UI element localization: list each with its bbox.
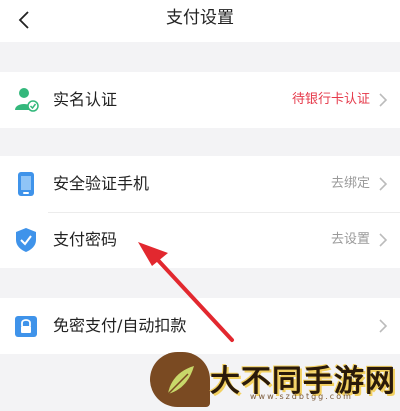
security-phone-status: 去绑定 xyxy=(330,176,370,191)
watermark: 大不同手游网 www.szdbtgg.com xyxy=(150,352,400,407)
chevron-right-icon xyxy=(379,93,388,107)
payment-password-label: 支付密码 xyxy=(53,230,118,249)
lock-icon xyxy=(15,316,37,337)
real-name-auth-status: 待银行卡认证 xyxy=(291,92,370,107)
group-identity: 实名认证 待银行卡认证 xyxy=(0,72,400,128)
security-phone-row[interactable]: 安全验证手机 去绑定 xyxy=(0,156,400,212)
leaf-icon xyxy=(167,366,194,395)
chevron-right-icon xyxy=(379,177,388,191)
real-name-auth-label: 实名认证 xyxy=(53,90,118,109)
page-title: 支付设置 xyxy=(166,8,234,28)
shield-check-icon xyxy=(16,228,36,252)
payment-password-status: 去设置 xyxy=(330,232,370,247)
password-free-payment-label: 免密支付/自动扣款 xyxy=(53,316,187,335)
chevron-right-icon xyxy=(379,319,388,333)
user-verified-icon xyxy=(15,88,39,112)
phone-icon xyxy=(18,172,34,196)
security-phone-label: 安全验证手机 xyxy=(53,174,150,193)
watermark-logo xyxy=(150,352,210,407)
watermark-url: www.szdbtgg.com xyxy=(250,392,353,401)
header-bar: 支付设置 xyxy=(0,0,400,42)
chevron-right-icon xyxy=(379,233,388,247)
password-free-payment-row[interactable]: 免密支付/自动扣款 xyxy=(0,298,400,354)
group-payment: 免密支付/自动扣款 xyxy=(0,298,400,354)
group-security: 安全验证手机 去绑定 支付密码 去设置 xyxy=(0,156,400,268)
payment-password-row[interactable]: 支付密码 去设置 xyxy=(0,212,400,268)
real-name-auth-row[interactable]: 实名认证 待银行卡认证 xyxy=(0,72,400,128)
